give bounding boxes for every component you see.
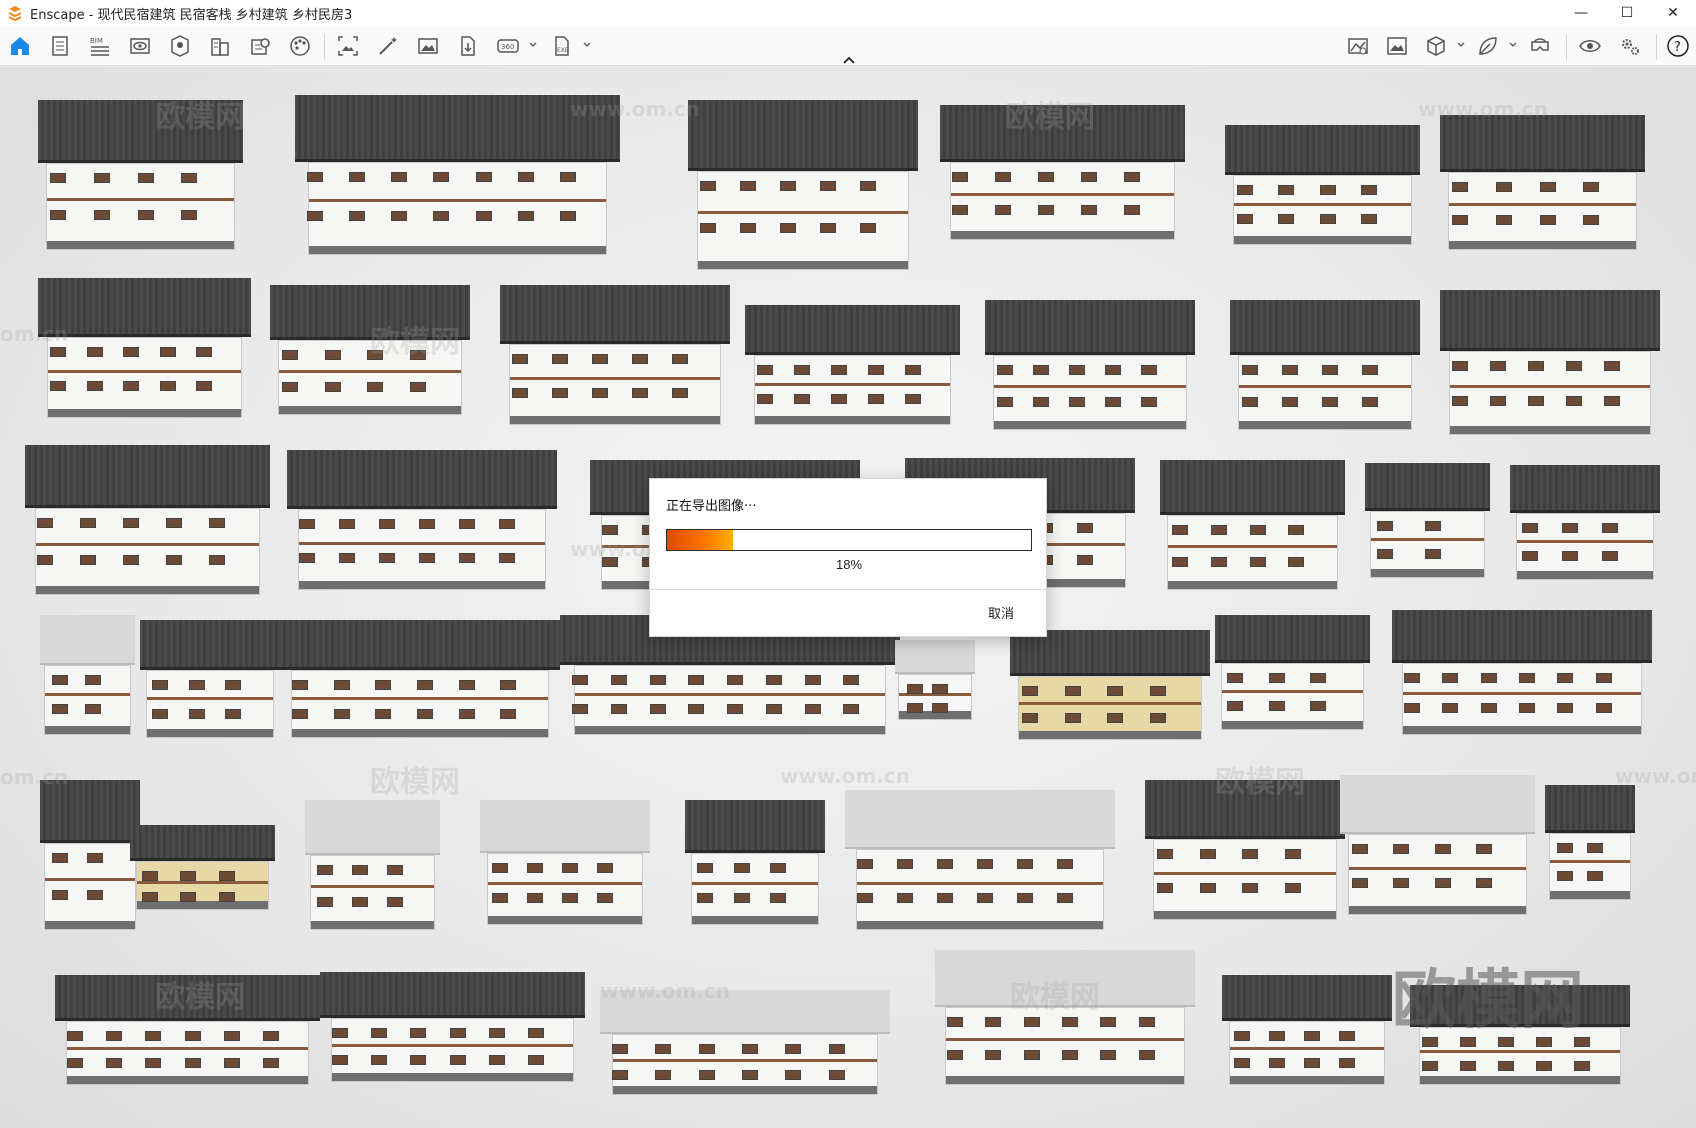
watermark-url: om.cn (0, 322, 69, 346)
building-icon[interactable] (206, 32, 234, 60)
building-model (1440, 290, 1660, 435)
asset-library-icon[interactable] (166, 32, 194, 60)
cube-dropdown-chevron-icon[interactable] (1456, 40, 1466, 50)
watermark: 欧模网 (1010, 980, 1100, 1015)
building-model (1545, 785, 1635, 900)
building-model (38, 278, 251, 418)
building-model (935, 950, 1195, 1085)
building-model (287, 450, 557, 590)
export-progress-bar (666, 529, 1032, 551)
svg-text:EXE: EXE (557, 47, 569, 54)
title-bar: Enscape - 现代民宿建筑 民宿客栈 乡村建筑 乡村民房3 — ☐ ✕ (0, 0, 1696, 26)
site-context-icon[interactable] (246, 32, 274, 60)
building-model (685, 800, 825, 925)
building-model (688, 100, 918, 270)
building-model (845, 790, 1115, 930)
dialog-title: 正在导出图像··· (666, 499, 757, 514)
progress-percent-label: 18% (835, 557, 863, 572)
building-model (1392, 610, 1652, 735)
panorama-dropdown-chevron-icon[interactable] (528, 40, 538, 50)
building-model (1365, 463, 1490, 578)
building-model (1010, 630, 1210, 740)
building-model (1160, 460, 1345, 590)
building-model (320, 972, 585, 1082)
watermark-large: 欧模网 (1392, 964, 1584, 1038)
panorama-360-icon[interactable]: 360 (494, 32, 522, 60)
visibility-eye-icon[interactable] (1576, 32, 1604, 60)
enscape-window: Enscape - 现代民宿建筑 民宿客栈 乡村建筑 乡村民房3 — ☐ ✕ B… (0, 0, 1696, 1128)
screenshot-icon[interactable] (334, 32, 362, 60)
settings-gears-icon[interactable] (1616, 32, 1644, 60)
close-button[interactable]: ✕ (1650, 0, 1696, 26)
image-icon[interactable] (414, 32, 442, 60)
watermark-url: www.om.cn (1615, 764, 1696, 788)
exe-dropdown-chevron-icon[interactable] (582, 40, 592, 50)
compare-image-icon[interactable] (1344, 32, 1372, 60)
materials-palette-icon[interactable] (286, 32, 314, 60)
building-model (500, 285, 730, 425)
building-model (480, 800, 650, 925)
building-model (1230, 300, 1420, 430)
building-model (40, 780, 140, 930)
watermark: 欧模网 (155, 100, 245, 135)
building-model (305, 800, 440, 930)
svg-text:?: ? (1674, 40, 1681, 55)
view-eye-icon[interactable] (126, 32, 154, 60)
collapse-toolbar-chevron-icon[interactable] (841, 55, 857, 65)
watermark-url: om.cn (0, 765, 69, 789)
building-model (140, 620, 280, 738)
building-model (600, 990, 890, 1095)
building-model (1215, 615, 1370, 730)
export-file-icon[interactable] (454, 32, 482, 60)
dialog-divider (650, 589, 1048, 590)
building-model (25, 445, 270, 595)
svg-text:360: 360 (501, 43, 514, 51)
watermark: 欧模网 (155, 980, 245, 1015)
leaf-icon[interactable] (1474, 32, 1502, 60)
building-model (1440, 115, 1645, 250)
window-title: Enscape - 现代民宿建筑 民宿客栈 乡村建筑 乡村民房3 (30, 7, 353, 23)
building-model (40, 615, 135, 735)
help-icon[interactable]: ? (1664, 32, 1692, 60)
leaf-dropdown-chevron-icon[interactable] (1508, 40, 1518, 50)
building-model (130, 825, 275, 910)
minimize-button[interactable]: — (1558, 0, 1604, 26)
building-model (1510, 465, 1660, 580)
watermark: 欧模网 (370, 325, 460, 360)
building-model (895, 640, 975, 720)
building-model (985, 300, 1195, 430)
watermark: 欧模网 (1005, 100, 1095, 135)
watermark: 欧模网 (1215, 765, 1305, 800)
watermark: 欧模网 (370, 765, 460, 800)
cube-view-icon[interactable] (1422, 32, 1450, 60)
exe-export-icon[interactable]: EXE (548, 32, 576, 60)
bim-icon[interactable]: BIM (86, 32, 114, 60)
document-icon[interactable] (46, 32, 74, 60)
cancel-button[interactable]: 取消 (988, 603, 1014, 622)
building-model (1145, 780, 1345, 920)
magic-wand-icon[interactable] (374, 32, 402, 60)
gallery-icon[interactable] (1383, 32, 1411, 60)
building-model (1340, 775, 1535, 915)
home-icon[interactable] (6, 32, 34, 60)
building-model (1225, 125, 1420, 245)
svg-text:BIM: BIM (90, 37, 103, 45)
watermark-url: www.om.cn (600, 979, 731, 1003)
watermark-url: www.om.cn (780, 764, 911, 788)
building-model (1222, 975, 1392, 1085)
building-model (280, 620, 560, 738)
watermark-url: www.om.cn (1418, 97, 1549, 121)
watermark-url: www.om.cn (570, 97, 701, 121)
export-progress-dialog: 正在导出图像··· 18% 取消 (649, 478, 1048, 637)
enscape-logo-icon (6, 4, 24, 22)
vr-headset-icon[interactable] (1526, 32, 1554, 60)
export-progress-fill (667, 530, 733, 550)
maximize-button[interactable]: ☐ (1604, 0, 1650, 26)
building-model (745, 305, 960, 425)
